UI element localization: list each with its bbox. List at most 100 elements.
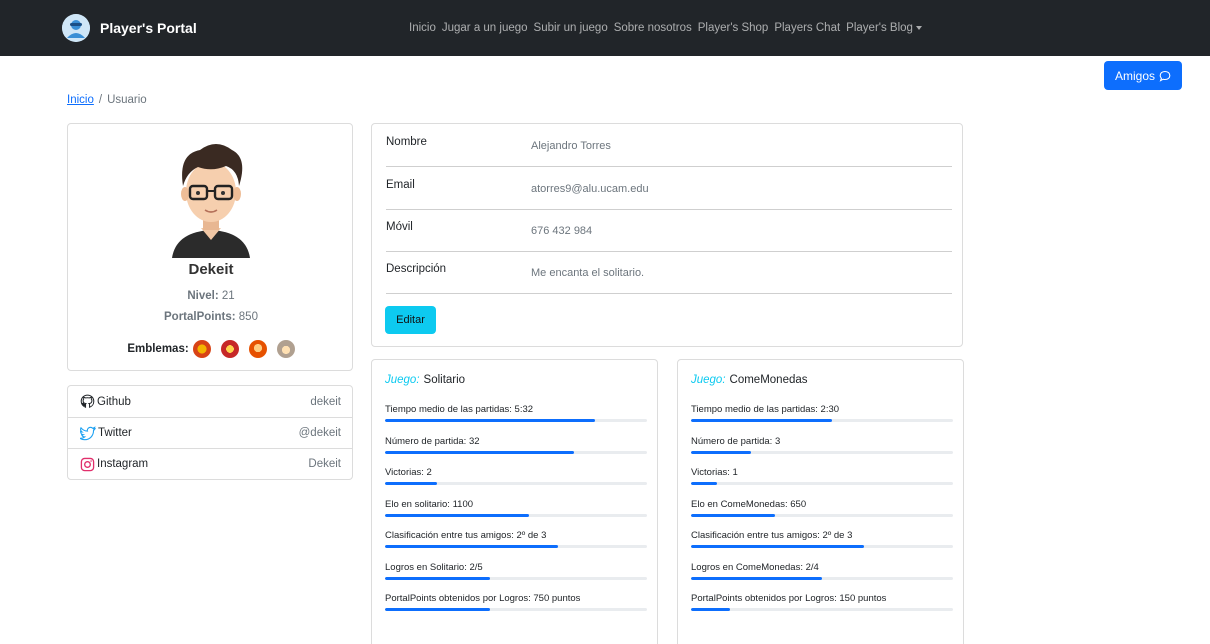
game-stat: Victorias: 2 <box>385 467 647 497</box>
game-stat: Tiempo medio de las partidas: 5:32 <box>385 404 647 434</box>
game-title: Juego: Solitario <box>385 374 465 386</box>
game-stat: Clasificación entre tus amigos: 2º de 3 <box>385 530 647 560</box>
game-stat-label: Tiempo medio de las partidas: 2:30 <box>691 404 840 415</box>
game-stat-label: PortalPoints obtenidos por Logros: 750 p… <box>385 593 581 604</box>
nav-link-blog-dropdown[interactable]: Player's Blog <box>846 22 922 34</box>
instagram-icon <box>80 457 95 471</box>
detail-row-descripcion: Descripción Me encanta el solitario. <box>386 251 952 294</box>
game-stat-progress-fill <box>691 419 833 422</box>
game-stat-label: Elo en solitario: 1100 <box>385 498 474 510</box>
social-row-twitter[interactable]: Twitter @dekeit <box>68 417 352 448</box>
detail-key: Descripción <box>386 263 447 275</box>
detail-value: atorres9@alu.ucam.edu <box>531 183 649 195</box>
game-stat: PortalPoints obtenidos por Logros: 750 p… <box>385 593 647 623</box>
game-stat-label: Clasificación entre tus amigos: 2º de 3 <box>691 530 853 541</box>
game-stat-progress-bar <box>691 545 953 548</box>
emblem-badge-3-icon[interactable] <box>248 340 267 358</box>
game-stat-label: Tiempo medio de las partidas: 5:32 <box>385 404 534 415</box>
nav-link-subir[interactable]: Subir un juego <box>534 22 608 34</box>
social-twitter-name: Twitter <box>98 427 132 439</box>
brand[interactable]: Player's Portal <box>62 14 197 42</box>
profile-card: Dekeit Nivel: 21 PortalPoints: 850 Emble… <box>67 123 353 371</box>
social-github-handle: dekeit <box>310 395 341 408</box>
brand-logo-icon <box>62 14 90 42</box>
profile-level-label: Nivel: <box>187 290 219 302</box>
chat-bubble-icon <box>1159 70 1171 82</box>
breadcrumb: Inicio / Usuario <box>67 94 147 106</box>
social-row-github[interactable]: Github dekeit <box>68 386 352 417</box>
detail-value: 676 432 984 <box>531 225 593 237</box>
detail-value: Me encanta el solitario. <box>531 267 645 279</box>
game-stat-label: Logros en ComeMonedas: 2/4 <box>691 561 819 573</box>
game-stat-progress-bar <box>691 608 953 611</box>
emblems-label: Emblemas: <box>127 343 189 355</box>
game-stat-progress-fill <box>691 513 775 517</box>
emblem-badge-2-icon[interactable] <box>220 340 239 358</box>
social-list: Github dekeit Twitter @dekeit Instagram … <box>67 385 353 480</box>
game-stat-progress-fill <box>691 576 822 580</box>
profile-points: PortalPoints: 850 <box>68 311 354 323</box>
game-stat: Logros en Solitario: 2/5 <box>385 562 647 592</box>
emblem-badge-4-icon[interactable] <box>276 340 295 358</box>
profile-username: Dekeit <box>188 261 234 278</box>
game-stat: Logros en ComeMonedas: 2/4 <box>691 562 953 592</box>
nav-links: Inicio Jugar a un juego Subir un juego S… <box>409 0 922 56</box>
nav-link-shop[interactable]: Player's Shop <box>698 22 769 34</box>
game-stat-progress-fill <box>385 450 574 454</box>
detail-row-nombre: Nombre Alejandro Torres <box>386 124 952 167</box>
nav-link-inicio[interactable]: Inicio <box>409 22 436 34</box>
nav-link-jugar[interactable]: Jugar a un juego <box>442 22 528 34</box>
game-name: Solitario <box>423 374 466 386</box>
amigos-button-label: Amigos <box>1114 68 1155 83</box>
social-github-left: Github <box>80 394 131 409</box>
game-stat-progress-bar <box>385 419 647 422</box>
game-title: Juego: ComeMonedas <box>691 374 808 386</box>
game-stat-progress-fill <box>385 419 595 422</box>
game-name: ComeMonedas <box>729 374 808 386</box>
game-stat-progress-fill <box>385 545 558 548</box>
game-stat-label: Victorias: 2 <box>385 467 432 478</box>
nav-link-blog-label: Player's Blog <box>846 22 913 34</box>
breadcrumb-home-link[interactable]: Inicio <box>67 94 94 106</box>
game-stat-progress-fill <box>385 482 438 485</box>
game-card: Juego: Solitario Tiempo medio de las part… <box>371 359 658 644</box>
game-stat: Tiempo medio de las partidas: 2:30 <box>691 404 953 434</box>
game-stat-progress-bar <box>385 450 647 454</box>
detail-key: Móvil <box>386 221 413 233</box>
amigos-button[interactable]: Amigos <box>1104 61 1182 90</box>
game-stat-label: PortalPoints obtenidos por Logros: 150 p… <box>691 593 887 604</box>
detail-row-movil: Móvil 676 432 984 <box>386 209 952 252</box>
game-stat-progress-fill <box>385 576 490 580</box>
game-card: Juego: ComeMonedas Tiempo medio de las pa… <box>677 359 964 644</box>
game-stat: Clasificación entre tus amigos: 2º de 3 <box>691 530 953 560</box>
game-stat: Victorias: 1 <box>691 467 953 497</box>
game-label: Juego: <box>691 374 726 386</box>
game-stat: Número de partida: 32 <box>385 436 647 466</box>
social-github-name: Github <box>97 395 131 408</box>
edit-button[interactable]: Editar <box>385 306 436 334</box>
game-stat-label: Número de partida: 3 <box>691 435 781 447</box>
emblems: Emblemas: <box>68 340 354 358</box>
social-instagram-handle: Dekeit <box>308 458 341 470</box>
nav-link-chat[interactable]: Players Chat <box>774 22 840 34</box>
game-stat-progress-fill <box>691 545 864 548</box>
game-stat-progress-fill <box>385 608 490 611</box>
game-stat-progress-bar <box>385 545 647 548</box>
game-stat-progress-bar <box>691 576 953 580</box>
social-row-instagram[interactable]: Instagram Dekeit <box>68 448 352 479</box>
game-stat-progress-bar <box>385 608 647 611</box>
game-stat-progress-fill <box>691 608 731 611</box>
game-stat-progress-bar <box>385 482 647 485</box>
game-stat-progress-fill <box>691 482 718 485</box>
github-icon <box>80 394 95 408</box>
nav-link-sobre-nosotros[interactable]: Sobre nosotros <box>614 22 692 34</box>
game-stat-progress-bar <box>385 576 647 580</box>
game-stat: Número de partida: 3 <box>691 436 953 466</box>
profile-points-label: PortalPoints: <box>164 311 236 323</box>
emblem-badge-1-icon[interactable] <box>192 340 211 358</box>
brand-name: Player's Portal <box>100 20 197 36</box>
game-stat-label: Número de partida: 32 <box>385 435 480 447</box>
game-stat-label: Clasificación entre tus amigos: 2º de 3 <box>385 530 547 541</box>
breadcrumb-current: Usuario <box>107 94 147 106</box>
game-stat: Elo en solitario: 1100 <box>385 499 647 529</box>
